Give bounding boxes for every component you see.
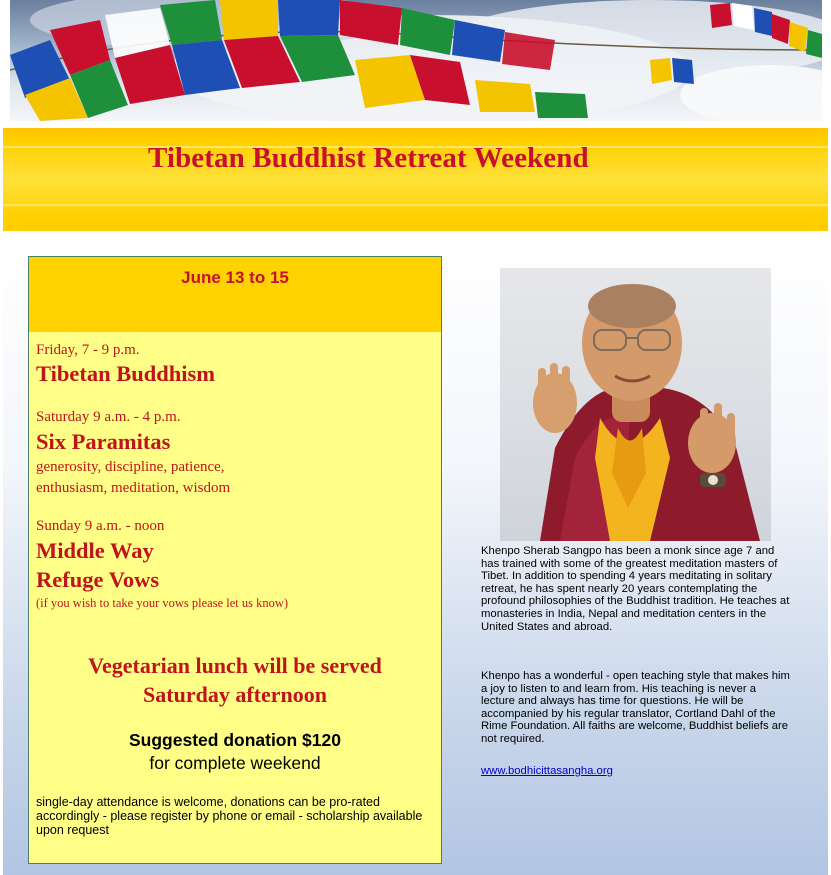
teacher-bio-paragraph-2: Khenpo has a wonderful - open teaching s… (481, 670, 790, 745)
date-range: June 13 to 15 (181, 268, 289, 287)
session-title-six-paramitas: Six Paramitas (36, 429, 171, 454)
date-header: June 13 to 15 (29, 257, 441, 332)
prayer-flags-image (10, 0, 822, 121)
session-title-refuge-vows: Refuge Vows (36, 567, 160, 592)
refuge-vows-note: (if you wish to take your vows please le… (36, 596, 289, 610)
website-link[interactable]: www.bodhicittasangha.org (481, 765, 613, 777)
session-time-sunday: Sunday 9 a.m. - noon (36, 518, 165, 534)
teacher-photo (500, 268, 771, 541)
donation-subtext: for complete weekend (149, 753, 321, 773)
paramitas-description-line2: enthusiasm, meditation, wisdom (36, 480, 231, 496)
lunch-line-2: Saturday afternoon (143, 682, 327, 707)
paramitas-description-line1: generosity, discipline, patience, (36, 459, 225, 475)
lunch-announcement: Vegetarian lunch will be served Saturday… (29, 651, 441, 709)
session-title-tibetan-buddhism: Tibetan Buddhism (36, 361, 216, 386)
monk-portrait-image (533, 284, 760, 541)
session-time-friday: Friday, 7 - 9 p.m. (36, 342, 140, 358)
page-title: Tibetan Buddhist Retreat Weekend (148, 142, 589, 174)
lunch-line-1: Vegetarian lunch will be served (88, 653, 382, 678)
session-title-middle-way: Middle Way (36, 538, 154, 563)
prayer-flags-banner (10, 0, 822, 121)
schedule-card: June 13 to 15 Friday, 7 - 9 p.m. Tibetan… (28, 256, 442, 864)
teacher-bio-paragraph-1: Khenpo Sherab Sangpo has been a monk sin… (481, 545, 790, 633)
session-time-saturday: Saturday 9 a.m. - 4 p.m. (36, 409, 181, 425)
suggested-donation: Suggested donation $120 (129, 730, 341, 750)
attendance-note: single-day attendance is welcome, donati… (36, 795, 423, 837)
